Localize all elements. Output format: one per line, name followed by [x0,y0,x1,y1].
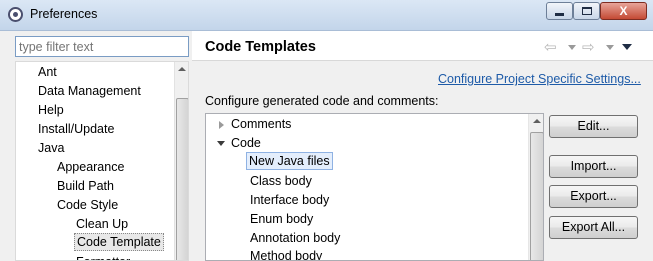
preferences-client-area: Ant Data Management Help Install/Update … [0,31,653,261]
template-method-body[interactable]: Method body [250,247,322,260]
preferences-sidebar: Ant Data Management Help Install/Update … [7,31,190,261]
eclipse-app-icon [8,7,23,22]
page-header: Code Templates ⇦ ⇨ [192,31,653,61]
forward-history-dropdown-icon[interactable] [606,45,614,50]
back-history-dropdown-icon[interactable] [568,45,576,50]
view-menu-icon[interactable] [622,44,632,50]
scroll-up-icon[interactable] [533,119,541,123]
template-group-code[interactable]: Code [231,134,261,152]
minimize-icon [555,12,564,16]
templates-scrollbar[interactable] [528,114,543,260]
tree-item-formatter[interactable]: Formatter [76,253,130,260]
template-annotation-body[interactable]: Annotation body [250,229,340,247]
export-button[interactable]: Export... [549,185,638,208]
tree-item-appearance[interactable]: Appearance [57,158,124,176]
minimize-button[interactable] [546,2,573,20]
configure-project-settings-link[interactable]: Configure Project Specific Settings... [438,72,641,86]
code-templates-page: Code Templates ⇦ ⇨ Configure Project Spe… [192,31,653,261]
back-arrow-icon[interactable]: ⇦ [544,38,557,56]
templates-tree[interactable]: Comments Code New Java files Class body … [205,113,544,261]
collapse-code-icon[interactable] [217,141,225,146]
forward-arrow-icon[interactable]: ⇨ [582,38,595,56]
templates-scroll-thumb[interactable] [530,132,543,260]
tree-item-ant[interactable]: Ant [38,63,57,81]
template-group-comments[interactable]: Comments [231,115,291,133]
edit-button[interactable]: Edit... [549,115,638,138]
page-title: Code Templates [205,39,316,55]
preferences-tree[interactable]: Ant Data Management Help Install/Update … [15,61,189,261]
tree-item-java[interactable]: Java [38,139,64,157]
template-interface-body[interactable]: Interface body [250,191,329,209]
sidebar-scrollbar[interactable] [174,62,188,260]
templates-description: Configure generated code and comments: [205,94,439,108]
template-enum-body[interactable]: Enum body [250,210,313,228]
tree-item-clean-up[interactable]: Clean Up [76,215,128,233]
expand-comments-icon[interactable] [219,121,224,129]
export-all-button[interactable]: Export All... [549,216,638,239]
maximize-icon [581,7,592,15]
tree-item-build-path[interactable]: Build Path [57,177,114,195]
template-new-java-files[interactable]: New Java files [246,152,333,170]
close-icon: X [619,4,628,18]
close-button[interactable]: X [600,2,647,20]
scroll-up-icon[interactable] [178,67,186,71]
template-class-body[interactable]: Class body [250,172,312,190]
import-button[interactable]: Import... [549,155,638,178]
tree-item-install-update[interactable]: Install/Update [38,120,114,138]
sidebar-scroll-thumb[interactable] [176,98,188,260]
title-bar[interactable]: Preferences X [0,0,653,31]
tree-item-data-management[interactable]: Data Management [38,82,141,100]
filter-input[interactable] [15,36,189,57]
maximize-button[interactable] [573,2,600,20]
window-title: Preferences [30,7,98,21]
tree-item-help[interactable]: Help [38,101,64,119]
tree-item-code-style[interactable]: Code Style [57,196,118,214]
tree-item-code-template[interactable]: Code Template [74,233,164,251]
